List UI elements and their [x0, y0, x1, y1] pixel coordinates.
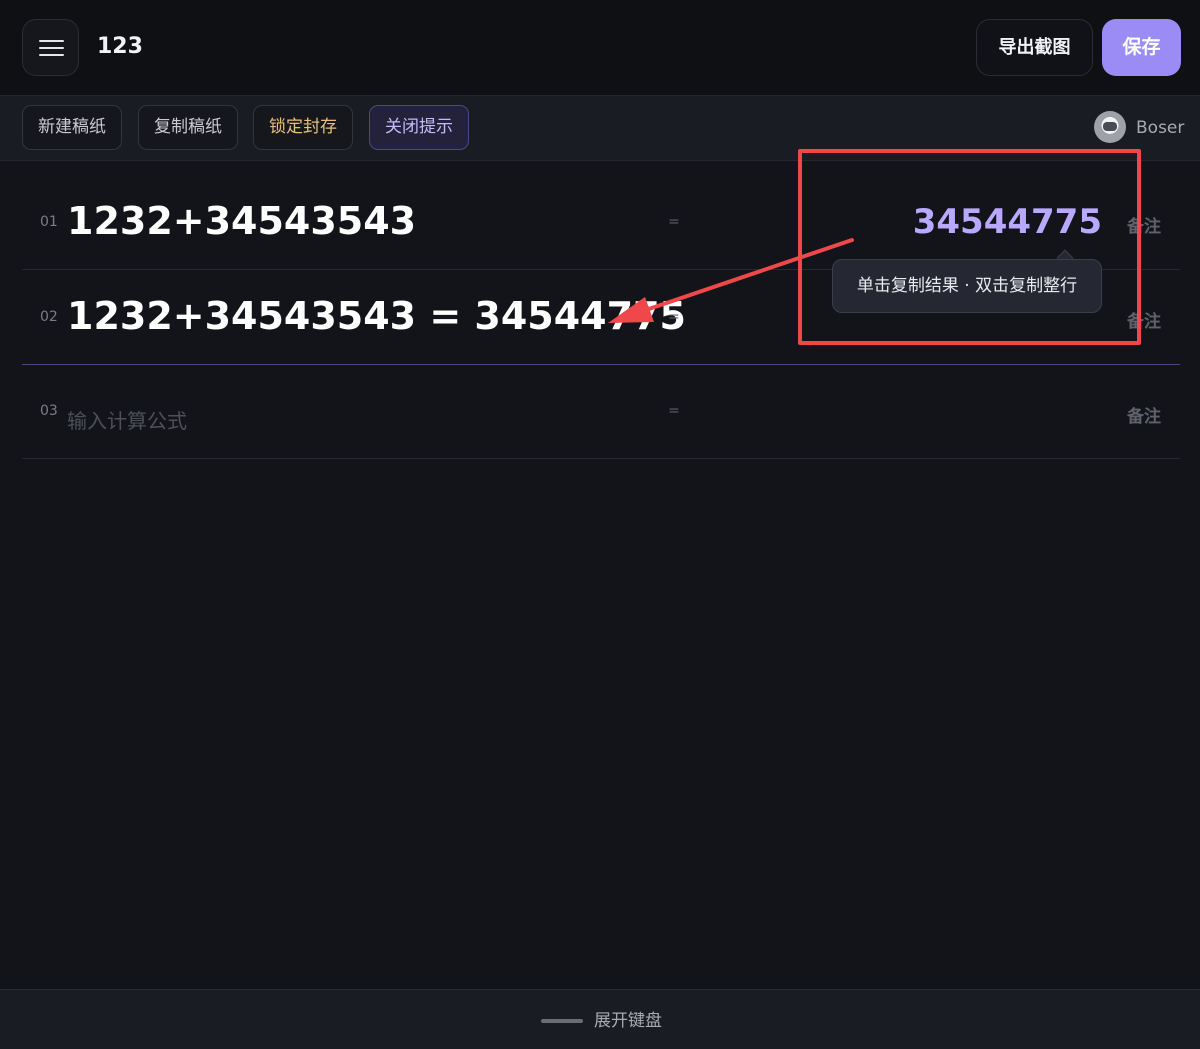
- formula-row[interactable]: 01 1232+34543543 = 34544775 备注: [22, 175, 1180, 270]
- save-button[interactable]: 保存: [1102, 19, 1181, 76]
- note-button[interactable]: 备注: [1127, 402, 1161, 427]
- export-screenshot-button[interactable]: 导出截图: [976, 19, 1093, 76]
- row-expression[interactable]: 1232+34543543 = 34544775: [67, 294, 686, 338]
- equals-sign: =: [668, 214, 680, 230]
- menu-icon-bar: [39, 47, 64, 49]
- menu-icon-bar: [39, 54, 64, 56]
- lock-archive-button[interactable]: 锁定封存: [253, 105, 353, 150]
- new-sheet-button[interactable]: 新建稿纸: [22, 105, 122, 150]
- row-number: 03: [40, 403, 58, 419]
- robot-icon: [1103, 122, 1117, 131]
- drag-handle-icon[interactable]: [541, 1019, 583, 1023]
- menu-icon: [39, 40, 64, 42]
- toolbar: 新建稿纸 复制稿纸 锁定封存 关闭提示: [0, 96, 1200, 161]
- copy-sheet-button[interactable]: 复制稿纸: [138, 105, 238, 150]
- note-button[interactable]: 备注: [1127, 212, 1161, 237]
- row-number: 01: [40, 214, 58, 230]
- document-title[interactable]: 123: [97, 33, 143, 61]
- user-name[interactable]: Boser: [1136, 117, 1184, 139]
- formula-input-row[interactable]: 03 输入计算公式 = 备注: [22, 364, 1180, 459]
- formula-input[interactable]: 输入计算公式: [67, 405, 187, 434]
- row-number: 02: [40, 309, 58, 325]
- footer[interactable]: 展开键盘: [0, 989, 1200, 1049]
- note-button[interactable]: 备注: [1127, 307, 1161, 332]
- avatar[interactable]: [1094, 111, 1126, 143]
- equals-sign: =: [668, 403, 680, 419]
- row-result[interactable]: 34544775: [913, 202, 1102, 242]
- row-expression[interactable]: 1232+34543543: [67, 199, 416, 243]
- equals-sign: =: [668, 309, 680, 325]
- expand-keyboard-button[interactable]: 展开键盘: [594, 1009, 662, 1033]
- copy-hint-tooltip: 单击复制结果 · 双击复制整行: [832, 259, 1102, 313]
- header: 123 导出截图 保存: [0, 0, 1200, 96]
- close-hints-button[interactable]: 关闭提示: [369, 105, 469, 150]
- calculator-app: 123 导出截图 保存 新建稿纸 复制稿纸 锁定封存 关闭提示 Boser 01…: [0, 0, 1200, 1049]
- menu-button[interactable]: [22, 19, 79, 76]
